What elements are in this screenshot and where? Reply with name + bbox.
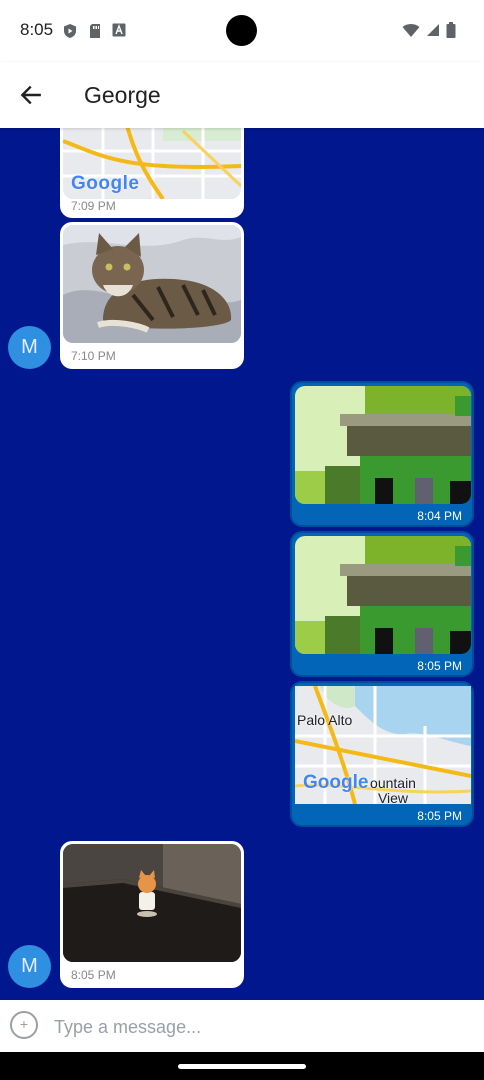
battery-icon [446,22,456,38]
figurine-photo [63,844,241,962]
status-left-icons [62,23,126,39]
message-time: 7:10 PM [71,349,116,363]
signal-icon [427,24,439,36]
cat-photo [63,225,241,343]
message-bubble[interactable]: Palo Alto Google ountain View 8:05 PM [290,681,474,827]
shield-play-icon [64,24,76,38]
sd-card-icon [90,24,100,38]
camera-cutout [226,15,257,46]
sticker-image[interactable] [295,386,471,504]
add-circle-icon[interactable]: + [10,1011,38,1039]
message-time: 8:05 PM [71,968,116,982]
message-list[interactable]: Google 7:09 PM 7:10 PM M 8:04 PM 8:05 PM… [0,128,484,1000]
photo-preview[interactable] [63,844,241,962]
status-bar: 8:05 [0,0,484,62]
avatar[interactable]: M [8,326,51,369]
message-time: 8:04 PM [417,509,462,523]
message-input[interactable] [52,1009,476,1045]
message-time: 7:09 PM [71,199,116,213]
message-bubble[interactable]: 7:10 PM [60,222,244,369]
sticker-image[interactable] [295,536,471,654]
message-bubble[interactable]: Google 7:09 PM [60,128,244,218]
message-bubble[interactable]: 8:05 PM [60,841,244,988]
wifi-icon [402,23,420,37]
status-right-icons [402,22,456,38]
message-bubble[interactable]: 8:05 PM [290,531,474,677]
status-time: 8:05 [20,20,54,39]
home-handle[interactable] [178,1064,306,1069]
message-time: 8:05 PM [417,659,462,673]
navigation-bar [0,1052,484,1080]
pixel-sticker [295,536,471,654]
photo-preview[interactable] [63,225,241,343]
conversation-title: George [84,82,161,108]
composer: + [0,1000,484,1052]
font-a-icon [112,23,126,37]
map-preview[interactable]: Google [63,128,241,199]
pixel-sticker [295,386,471,504]
app-bar: George [0,62,484,128]
message-bubble[interactable]: 8:04 PM [290,381,474,527]
map-label: ountain View [370,775,416,805]
map-preview[interactable]: Palo Alto Google ountain View [295,686,471,804]
avatar[interactable]: M [8,945,51,988]
message-time: 8:05 PM [417,809,462,823]
map-logo: Google [71,173,140,194]
map-label: Palo Alto [297,712,353,728]
arrow-back-icon[interactable] [18,82,44,108]
map-logo: Google [303,772,369,793]
